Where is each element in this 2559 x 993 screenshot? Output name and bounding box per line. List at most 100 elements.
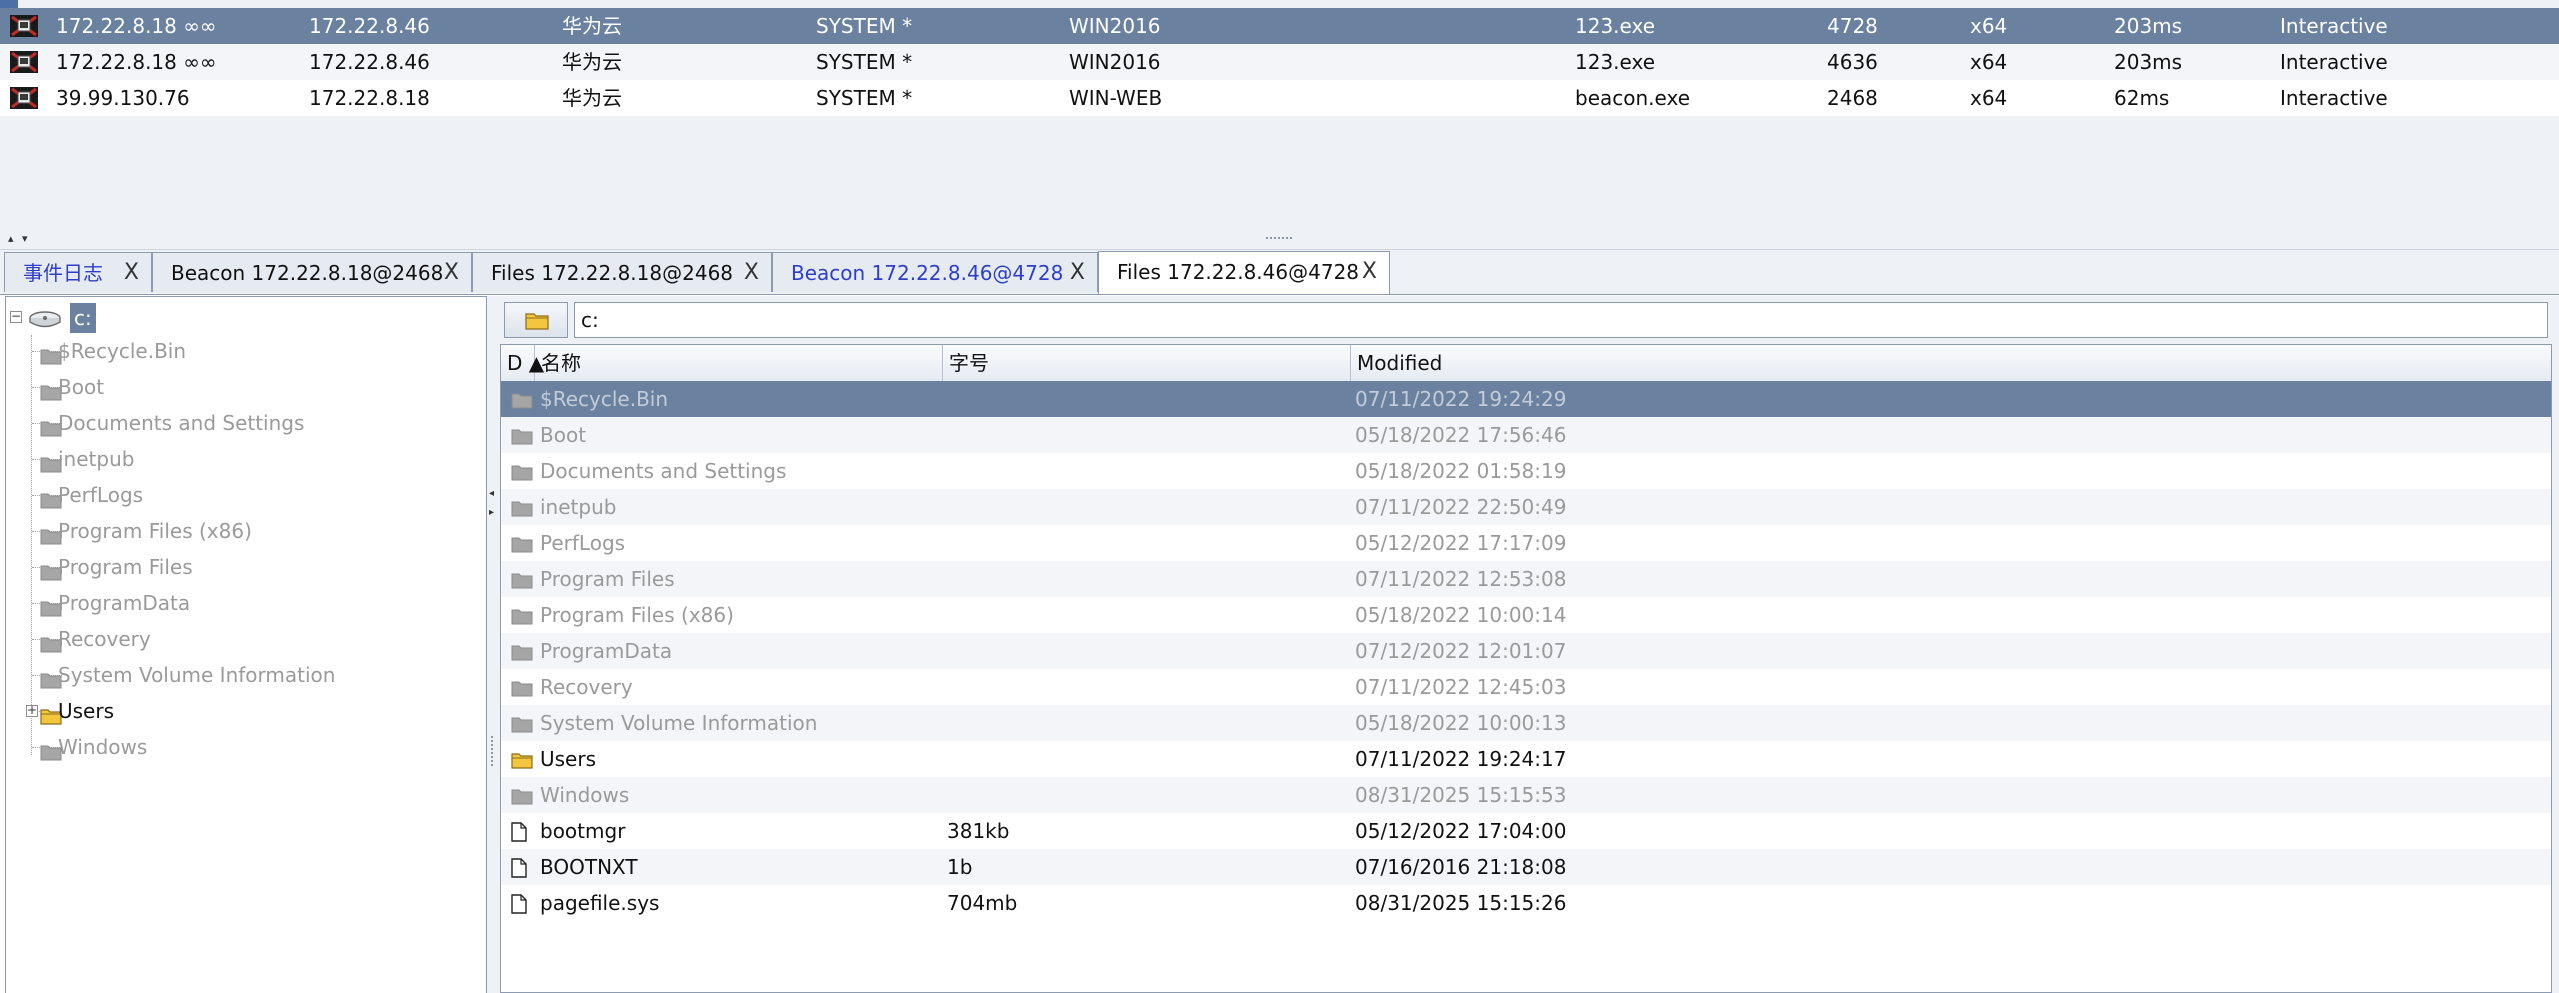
file-row[interactable]: bootmgr 381kb 05/12/2022 17:04:00 [501,813,2551,849]
file-name: PerfLogs [540,531,626,555]
tab-label: 事件日志 [23,261,103,285]
collapse-right-arrow-icon[interactable]: ▸ [489,507,494,518]
vertical-splitter-grip[interactable] [491,736,497,766]
file-row[interactable]: BOOTNXT 1b 07/16/2016 21:18:08 [501,849,2551,885]
collapse-left-arrow-icon[interactable]: ◂ [489,488,494,499]
file-row[interactable]: $Recycle.Bin 07/11/2022 19:24:29 [501,381,2551,417]
file-modified: 05/18/2022 17:56:46 [1355,423,1567,447]
file-row[interactable]: Users 07/11/2022 19:24:17 [501,741,2551,777]
close-tab-icon[interactable]: X [744,253,759,293]
file-row[interactable]: PerfLogs 05/12/2022 17:17:09 [501,525,2551,561]
file-row[interactable]: inetpub 07/11/2022 22:50:49 [501,489,2551,525]
column-header-size[interactable]: 字号 [943,345,1351,381]
close-tab-icon[interactable]: X [1070,253,1085,293]
session-row[interactable]: 172.22.8.18 ∞∞ 172.22.8.46 华为云 SYSTEM * WIN2… [0,8,2559,44]
file-modified: 07/11/2022 19:24:29 [1355,387,1567,411]
collapse-up-arrow-icon[interactable]: ▴ [8,233,14,245]
session-computer: WIN2016 [1069,50,1161,74]
session-internal: 172.22.8.46 [309,50,430,74]
session-arch: x64 [1970,50,2008,74]
column-header-name[interactable]: 名称 [535,345,943,381]
session-last: 62ms [2114,86,2170,110]
beacon-session-icon [9,50,39,74]
file-row[interactable]: Windows 08/31/2025 15:15:53 [501,777,2551,813]
tab-strip: 事件日志 X Beacon 172.22.8.18@2468 X Files 172.2… [0,250,2559,295]
pane-splitter[interactable]: ▴ ▾ [0,233,2559,250]
vertical-splitter[interactable]: ◂ ▸ [487,296,500,993]
session-last: 203ms [2114,14,2183,38]
session-user: SYSTEM * [816,50,913,74]
tree-root-drive[interactable]: c: [70,303,96,333]
tree-expand-toggle[interactable]: + [26,704,38,717]
up-folder-button[interactable] [504,302,568,338]
beacon-session-icon [9,14,39,38]
file-row[interactable]: pagefile.sys 704mb 08/31/2025 15:15:26 [501,885,2551,921]
column-header-modified[interactable]: Modified [1351,345,2551,381]
close-tab-icon[interactable]: X [1362,252,1377,292]
tree-node-label: PerfLogs [58,483,144,507]
file-name: Program Files [540,567,675,591]
tree-node-label: System Volume Information [58,663,336,687]
directory-tree: − c: $Recycle.Bin Boot Documents and Setti… [5,296,487,993]
file-row[interactable]: Boot 05/18/2022 17:56:46 [501,417,2551,453]
session-listener: 华为云 [562,14,622,38]
session-arch: x64 [1970,14,2008,38]
tree-node-label: ProgramData [58,591,191,615]
file-row[interactable]: Program Files (x86) 05/18/2022 10:00:14 [501,597,2551,633]
tab-label: Beacon 172.22.8.18@2468 [171,261,444,285]
folder-icon [511,642,533,661]
file-name: $Recycle.Bin [540,387,669,411]
session-listener: 华为云 [562,86,622,110]
folder-icon [511,606,533,625]
column-header-type[interactable]: D ▲ [501,345,544,381]
session-internal: 172.22.8.18 [309,86,430,110]
file-modified: 08/31/2025 15:15:26 [1355,891,1567,915]
file-name: Windows [540,783,630,807]
file-modified: 07/11/2022 19:24:17 [1355,747,1567,771]
session-user: SYSTEM * [816,86,913,110]
tree-node-label: inetpub [58,447,135,471]
file-row[interactable]: Program Files 07/11/2022 12:53:08 [501,561,2551,597]
session-computer: WIN-WEB [1069,86,1163,110]
session-listener: 华为云 [562,50,622,74]
collapse-down-arrow-icon[interactable]: ▾ [22,233,28,245]
file-row[interactable]: System Volume Information 05/18/2022 10:0… [501,705,2551,741]
tab-1[interactable]: Beacon 172.22.8.18@2468 X [152,252,472,292]
session-process: 123.exe [1575,14,1656,38]
folder-icon [511,714,533,733]
root-collapse-toggle[interactable]: − [10,310,22,323]
tab-0[interactable]: 事件日志 X [4,252,152,292]
file-row[interactable]: ProgramData 07/12/2022 12:01:07 [501,633,2551,669]
session-external: 172.22.8.18 ∞∞ [56,50,217,74]
file-row[interactable]: Documents and Settings 05/18/2022 01:58:1… [501,453,2551,489]
session-row[interactable]: 39.99.130.76 172.22.8.18 华为云 SYSTEM * WIN-WE… [0,80,2559,116]
file-modified: 07/11/2022 12:45:03 [1355,675,1567,699]
path-input[interactable] [574,302,2548,338]
tree-node-label: Windows [58,735,148,759]
file-name: pagefile.sys [540,891,660,915]
file-modified: 07/11/2022 12:53:08 [1355,567,1567,591]
file-modified: 05/12/2022 17:04:00 [1355,819,1567,843]
tab-label: Files 172.22.8.18@2468 [491,261,734,285]
file-icon [511,894,533,914]
close-tab-icon[interactable]: X [444,253,459,293]
tab-4[interactable]: Files 172.22.8.46@4728 X [1098,251,1390,294]
file-row[interactable]: Recovery 07/11/2022 12:45:03 [501,669,2551,705]
tab-2[interactable]: Files 172.22.8.18@2468 X [472,252,772,292]
session-row[interactable]: 172.22.8.18 ∞∞ 172.22.8.46 华为云 SYSTEM * WIN2… [0,44,2559,80]
session-pid: 2468 [1827,86,1878,110]
session-type: Interactive [2280,14,2388,38]
file-modified: 08/31/2025 15:15:53 [1355,783,1567,807]
drive-icon [28,309,62,334]
folder-icon [511,678,533,697]
tab-3[interactable]: Beacon 172.22.8.46@4728 X [772,252,1098,292]
file-name: inetpub [540,495,617,519]
session-pid: 4636 [1827,50,1878,74]
tab-label: Files 172.22.8.46@4728 [1117,260,1360,284]
close-tab-icon[interactable]: X [124,253,139,293]
splitter-grip[interactable] [1266,237,1292,245]
file-modified: 05/18/2022 10:00:13 [1355,711,1567,735]
tree-node-label: Recovery [58,627,151,651]
session-process: 123.exe [1575,50,1656,74]
scroll-up-indicator[interactable] [0,0,18,8]
